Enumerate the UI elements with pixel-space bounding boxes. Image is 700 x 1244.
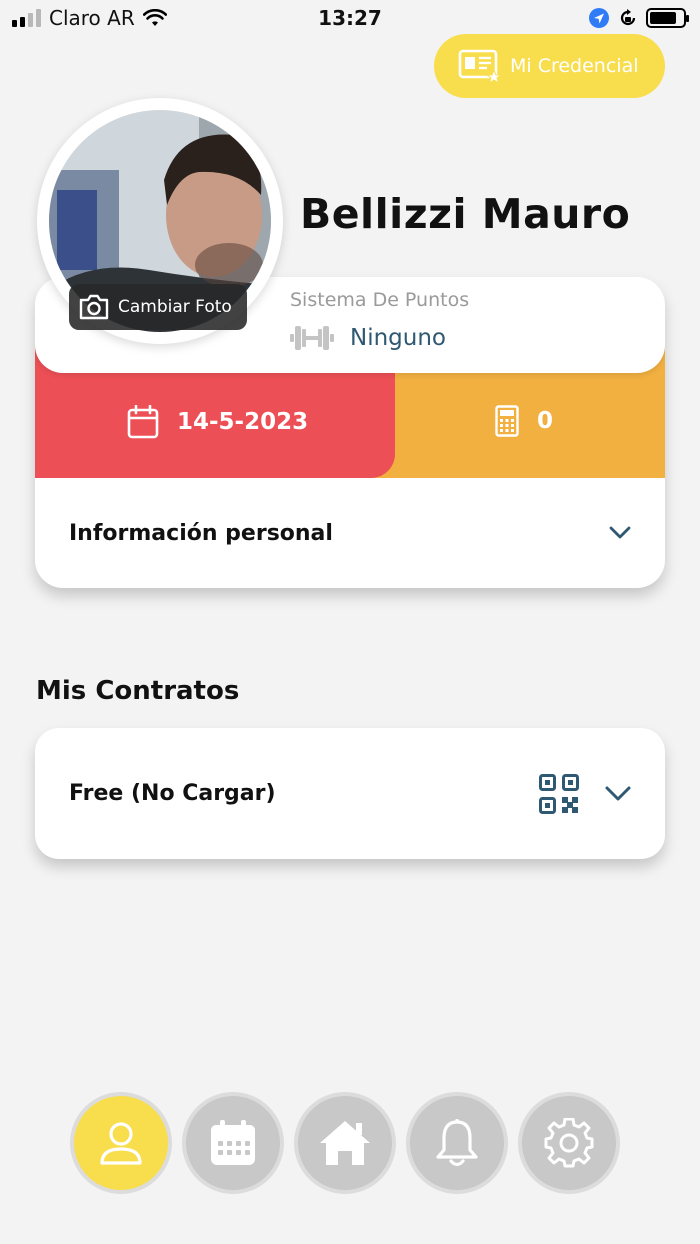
count-stat: 0 (495, 405, 553, 437)
contract-item[interactable]: Free (No Cargar) (35, 728, 665, 859)
date-stat: 14-5-2023 (127, 405, 308, 439)
chevron-down-icon[interactable] (605, 786, 631, 802)
contract-label: Free (No Cargar) (69, 781, 276, 806)
calendar-icon (127, 405, 159, 439)
location-icon (589, 8, 609, 28)
nav-calendar[interactable] (182, 1092, 284, 1194)
home-icon (320, 1121, 370, 1165)
credential-label: Mi Credencial (510, 55, 639, 77)
nav-home[interactable] (294, 1092, 396, 1194)
bell-icon (436, 1119, 478, 1167)
nav-settings[interactable] (518, 1092, 620, 1194)
qr-code-icon[interactable] (539, 773, 579, 814)
personal-info-toggle[interactable]: Información personal (35, 478, 665, 588)
credential-button[interactable]: Mi Credencial (434, 34, 665, 98)
battery-icon (646, 8, 689, 28)
bottom-nav (70, 1092, 620, 1194)
chevron-down-icon (609, 526, 631, 539)
change-photo-button[interactable]: Cambiar Foto (69, 284, 247, 330)
camera-icon (79, 294, 109, 320)
calendar-icon (211, 1120, 255, 1165)
personal-info-label: Información personal (69, 520, 333, 546)
change-photo-label: Cambiar Foto (118, 297, 232, 317)
profile-name: Bellizzi Mauro (300, 190, 631, 238)
calculator-icon (495, 405, 519, 437)
status-right (588, 7, 689, 29)
rotation-lock-icon (620, 9, 636, 26)
nav-notifications[interactable] (406, 1092, 508, 1194)
gear-icon (544, 1118, 594, 1168)
dumbbell-icon (290, 326, 334, 350)
points-system-label: Sistema De Puntos (290, 289, 470, 311)
contracts-title: Mis Contratos (36, 676, 240, 706)
points-system-value: Ninguno (350, 325, 446, 351)
user-icon (100, 1122, 142, 1165)
count-value: 0 (537, 408, 554, 434)
status-bar: Claro AR 13:27 (0, 0, 700, 36)
date-value: 14-5-2023 (177, 409, 309, 435)
id-card-icon (458, 49, 502, 84)
nav-profile[interactable] (70, 1092, 172, 1194)
